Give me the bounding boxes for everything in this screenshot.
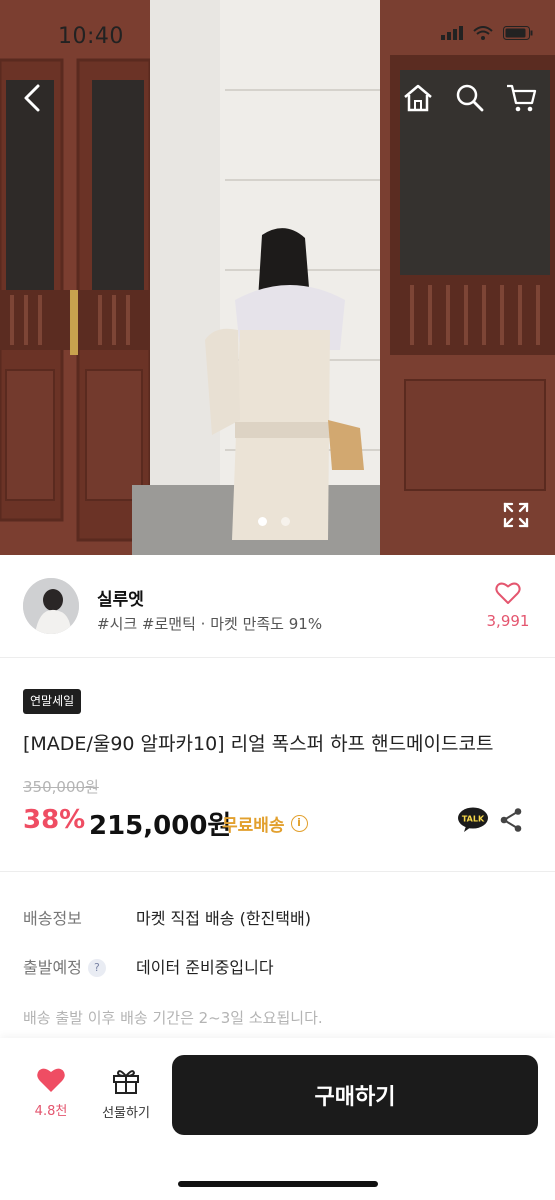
help-icon[interactable]: ?: [87, 959, 106, 977]
seller-name[interactable]: 실루엣: [97, 585, 144, 610]
gallery-dot-active[interactable]: [258, 517, 267, 526]
cart-button[interactable]: [503, 80, 539, 116]
home-indicator: [178, 1181, 378, 1187]
heart-outline-icon: [495, 582, 521, 604]
bottom-action-bar: 4.8천 선물하기 구매하기: [0, 1038, 555, 1200]
gift-label: 선물하기: [102, 1106, 150, 1121]
home-button[interactable]: [400, 80, 436, 116]
product-info-section: 연말세일 [MADE/울90 알파카10] 리얼 폭스퍼 하프 핸드메이드코트 …: [0, 659, 555, 872]
gallery-page-indicator: [258, 517, 290, 526]
search-icon: [456, 84, 484, 112]
discount-rate: 38%: [23, 805, 86, 835]
product-image-gallery[interactable]: 10:40: [0, 0, 555, 555]
free-shipping-text: 무료배송: [222, 816, 285, 836]
search-button[interactable]: [452, 80, 488, 116]
expand-icon: [503, 502, 529, 528]
buy-button[interactable]: 구매하기: [172, 1055, 538, 1135]
seller-like-count: 3,991: [486, 612, 530, 630]
kakao-talk-button[interactable]: TALK: [457, 807, 489, 833]
battery-icon: [503, 26, 533, 40]
gallery-dot[interactable]: [281, 517, 290, 526]
shipping-note: 배송 출발 이후 배송 기간은 2~3일 소요됩니다.: [23, 1009, 323, 1027]
avatar-image: [23, 578, 79, 634]
chevron-left-icon: [24, 84, 40, 112]
sale-price: 215,000원: [89, 811, 232, 841]
product-title: [MADE/울90 알파카10] 리얼 폭스퍼 하프 핸드메이드코트: [23, 733, 494, 755]
back-button[interactable]: [14, 80, 50, 116]
gift-button[interactable]: 선물하기: [94, 1066, 158, 1121]
wish-button[interactable]: 4.8천: [24, 1066, 78, 1119]
shipping-info-label: 배송정보: [23, 909, 82, 928]
talk-bubble-icon: TALK: [458, 807, 488, 832]
heart-filled-icon: [37, 1068, 65, 1092]
share-icon: [500, 808, 522, 832]
free-shipping-label[interactable]: 무료배송 i: [222, 811, 308, 836]
status-bar-time: 10:40: [58, 24, 124, 49]
signal-icon: [441, 26, 463, 40]
departure-label-text: 출발예정: [23, 958, 82, 977]
sale-badge: 연말세일: [23, 689, 82, 714]
shipping-info-value: 마켓 직접 배송 (한진택배): [136, 909, 311, 928]
cart-icon: [507, 84, 537, 112]
gift-icon: [113, 1070, 139, 1094]
share-button[interactable]: [499, 807, 523, 833]
wifi-icon: [473, 26, 493, 40]
expand-image-button[interactable]: [501, 500, 531, 530]
seller-tags: #시크 #로맨틱 · 마켓 만족도 91%: [97, 615, 323, 633]
info-icon[interactable]: i: [290, 815, 308, 832]
home-icon: [404, 84, 432, 112]
seller-avatar[interactable]: [23, 578, 79, 634]
seller-like-button[interactable]: 3,991: [483, 581, 533, 630]
departure-value: 데이터 준비중입니다: [136, 958, 274, 977]
departure-label: 출발예정?: [23, 954, 106, 978]
wish-count: 4.8천: [34, 1104, 68, 1119]
seller-section[interactable]: 실루엣 #시크 #로맨틱 · 마켓 만족도 91% 3,991: [0, 555, 555, 658]
status-bar-icons: [441, 26, 533, 40]
original-price: 350,000원: [23, 778, 99, 796]
talk-label: TALK: [462, 815, 485, 824]
shipping-section: 배송정보 마켓 직접 배송 (한진택배) 출발예정? 데이터 준비중입니다 배송…: [0, 873, 555, 1038]
